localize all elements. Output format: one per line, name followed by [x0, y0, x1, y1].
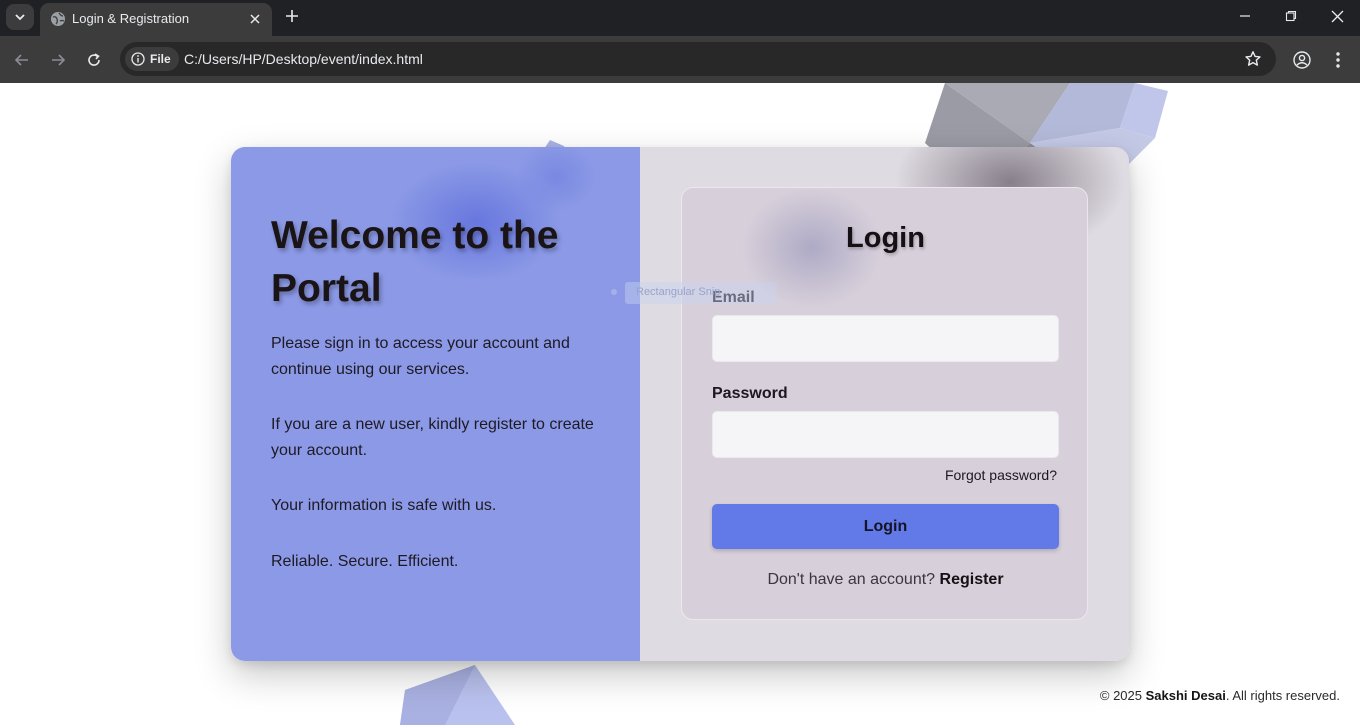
intro-paragraph: Please sign in to access your account an…: [271, 335, 570, 378]
register-link[interactable]: Register: [940, 571, 1004, 588]
forgot-password-link[interactable]: Forgot password?: [945, 467, 1057, 483]
login-area: Login Email Password Forgot password? Lo…: [640, 147, 1129, 661]
browser-toolbar: File C:/Users/HP/Desktop/event/index.htm…: [0, 36, 1360, 83]
password-label: Password: [712, 385, 788, 402]
profile-icon[interactable]: [1290, 48, 1314, 72]
restore-icon[interactable]: [1268, 0, 1314, 32]
globe-icon: [51, 12, 65, 26]
footer: © 2025 Sakshi Desai. All rights reserved…: [1100, 688, 1340, 703]
ghost-dot: [611, 289, 617, 295]
ghost-snip-label: Rectangular Snip: [625, 282, 777, 304]
tab-search-icon[interactable]: [6, 4, 34, 30]
welcome-title: Welcome to the Portal: [271, 214, 559, 310]
portal-card: Welcome to the Portal Please sign in to …: [231, 147, 1129, 661]
url-text[interactable]: C:/Users/HP/Desktop/event/index.html: [184, 51, 423, 67]
password-field[interactable]: [712, 411, 1059, 458]
plus-icon[interactable]: [282, 6, 302, 26]
browser-tab[interactable]: Login & Registration: [40, 3, 272, 36]
close-icon[interactable]: [246, 10, 264, 28]
back-arrow-icon[interactable]: [10, 48, 34, 72]
email-field[interactable]: [712, 315, 1059, 362]
page-viewport: Welcome to the Portal Please sign in to …: [0, 83, 1360, 725]
register-hint-paragraph: If you are a new user, kindly register t…: [271, 416, 594, 459]
tab-strip: Login & Registration: [0, 0, 1360, 36]
site-info-chip[interactable]: File: [125, 47, 179, 71]
address-bar[interactable]: File C:/Users/HP/Desktop/event/index.htm…: [120, 42, 1276, 76]
copyright-text: © 2025: [1099, 688, 1146, 703]
info-icon: [131, 52, 145, 66]
blur-blob: [516, 147, 596, 212]
signup-prompt: Don't have an account? Register: [682, 571, 1089, 589]
tab-title: Login & Registration: [72, 11, 190, 26]
login-form: Login Email Password Forgot password? Lo…: [681, 187, 1088, 620]
site-chip-label: File: [150, 52, 171, 66]
no-account-text: Don't have an account?: [767, 571, 940, 588]
tagline-paragraph: Reliable. Secure. Efficient.: [271, 553, 459, 570]
decorative-gem-small: [400, 665, 515, 725]
login-title: Login: [846, 222, 925, 254]
window-close-icon[interactable]: [1314, 0, 1360, 32]
safety-paragraph: Your information is safe with us.: [271, 497, 497, 514]
star-icon[interactable]: [1244, 50, 1262, 68]
minimize-icon[interactable]: [1222, 0, 1268, 32]
rights-text: . All rights reserved.: [1225, 688, 1340, 703]
forward-arrow-icon[interactable]: [46, 48, 70, 72]
login-button[interactable]: Login: [712, 504, 1059, 549]
welcome-panel: Welcome to the Portal Please sign in to …: [231, 147, 640, 661]
more-icon[interactable]: [1326, 48, 1350, 72]
reload-icon[interactable]: [82, 48, 106, 72]
author-name: Sakshi Desai: [1145, 688, 1226, 703]
